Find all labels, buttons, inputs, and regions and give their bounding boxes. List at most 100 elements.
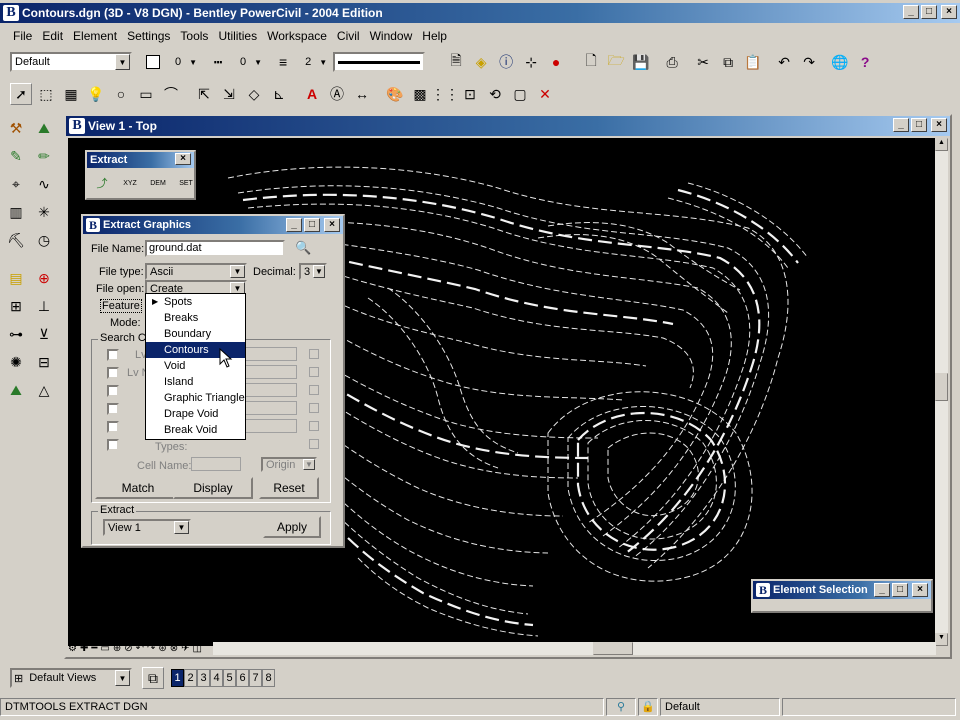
grid-icon[interactable]: ⋮⋮ <box>431 83 459 105</box>
line-weight-icon[interactable]: ≡ <box>272 51 294 73</box>
criteria-button-1[interactable] <box>309 349 319 359</box>
view-close-button[interactable]: × <box>931 118 947 132</box>
status-snap-indicator[interactable]: ⚲ <box>606 698 636 716</box>
fence-icon[interactable]: ⬚ <box>35 83 57 105</box>
scroll-thumb[interactable] <box>935 373 948 401</box>
rectangle-icon[interactable]: ▭ <box>135 83 157 105</box>
circle-icon[interactable]: ○ <box>110 83 132 105</box>
extract-xyz-icon[interactable]: XYZ <box>119 172 141 194</box>
select-arrow-icon[interactable]: ➚ <box>10 83 32 105</box>
criteria-button-5[interactable] <box>309 421 319 431</box>
info-icon[interactable]: ⓘ <box>495 51 517 73</box>
view-button-1[interactable]: 1 <box>171 669 184 687</box>
view-minimize-button[interactable]: _ <box>893 118 909 132</box>
pencil-tool-icon[interactable]: ✏ <box>31 143 57 169</box>
points-tool-icon[interactable]: ✳ <box>31 199 57 225</box>
arc-icon[interactable]: ⌒ <box>160 83 182 105</box>
text-icon[interactable]: A <box>301 83 323 105</box>
view-controls-icon[interactable]: ⚙✚━▭⊕⊘↶↷⊛⊗✈◫ <box>68 643 205 654</box>
snap-icon[interactable]: ⊹ <box>520 51 542 73</box>
feature-option-drape-void[interactable]: Drape Void <box>146 406 245 422</box>
new-file-icon[interactable]: 🗋 <box>580 51 602 73</box>
extract-tool-icon[interactable]: ⤴ <box>91 172 113 194</box>
extract-palette-close-button[interactable]: × <box>175 153 191 165</box>
feature-option-breaks[interactable]: Breaks <box>146 310 245 326</box>
menu-tools[interactable]: Tools <box>175 29 213 43</box>
search-checkbox-1[interactable] <box>107 349 119 361</box>
element-selection-close-button[interactable]: × <box>912 583 928 597</box>
maximize-button[interactable]: □ <box>921 5 937 19</box>
feature-option-graphic-triangle[interactable]: Graphic Triangle <box>146 390 245 406</box>
menu-edit[interactable]: Edit <box>37 29 68 43</box>
cut-icon[interactable]: ✂ <box>692 51 714 73</box>
terrain-tool-icon[interactable]: ⛰ <box>31 115 57 141</box>
save-icon[interactable]: 💾 <box>630 51 652 73</box>
rotate-icon[interactable]: ⟲ <box>484 83 506 105</box>
window-icon[interactable]: ▢ <box>509 83 531 105</box>
criteria-field-4[interactable] <box>243 401 297 415</box>
search-checkbox-6[interactable] <box>107 439 119 451</box>
delete-icon[interactable]: ✕ <box>534 83 556 105</box>
copy-element-icon[interactable]: ⇲ <box>218 83 240 105</box>
search-checkbox-2[interactable] <box>107 367 119 379</box>
feature-option-boundary[interactable]: Boundary <box>146 326 245 342</box>
origin-select[interactable]: Origin ▼ <box>261 457 317 472</box>
dialog-maximize-button[interactable]: □ <box>304 218 320 232</box>
search-icon[interactable]: 🔍 <box>295 240 311 256</box>
menu-element[interactable]: Element <box>68 29 122 43</box>
apply-button[interactable]: Apply <box>263 516 321 538</box>
dimension-icon[interactable]: ↔ <box>351 83 373 105</box>
element-selection-minimize-button[interactable]: _ <box>874 583 890 597</box>
cross-section-tool-icon[interactable]: ⊟ <box>31 349 57 375</box>
criteria-button-4[interactable] <box>309 403 319 413</box>
display-button[interactable]: Display <box>173 477 253 499</box>
menu-file[interactable]: File <box>8 29 37 43</box>
extract-set-icon[interactable]: SET <box>175 172 197 194</box>
search-checkbox-4[interactable] <box>107 403 119 415</box>
chevron-down-icon[interactable]: ▼ <box>254 58 262 67</box>
alignment-tool-icon[interactable]: ∿ <box>31 171 57 197</box>
paste-icon[interactable]: 📋 <box>742 51 764 73</box>
file-type-select[interactable]: Ascii ▼ <box>145 263 247 280</box>
criteria-field-1[interactable] <box>243 347 297 361</box>
feature-option-spots[interactable]: ▶ Spots <box>146 294 245 310</box>
view-button-4[interactable]: 4 <box>210 669 223 687</box>
extract-view-select[interactable]: View 1 ▼ <box>103 519 191 536</box>
extract-dem-icon[interactable]: DEM <box>147 172 169 194</box>
text-edit-icon[interactable]: Ⓐ <box>326 83 348 105</box>
scale-icon[interactable]: ⊡ <box>459 83 481 105</box>
feature-option-island[interactable]: Island <box>146 374 245 390</box>
modify-icon[interactable]: ◇ <box>243 83 265 105</box>
building-tool-icon[interactable]: ▥ <box>3 199 29 225</box>
menu-utilities[interactable]: Utilities <box>213 29 262 43</box>
view-groups-combo[interactable]: ⊞ Default Views ▼ <box>10 668 132 688</box>
cell-name-input[interactable] <box>191 457 241 471</box>
criteria-field-3[interactable] <box>243 383 297 397</box>
menu-workspace[interactable]: Workspace <box>262 29 332 43</box>
lock-icon[interactable]: 🔒 <box>638 698 658 716</box>
chevron-down-icon[interactable]: ▼ <box>319 58 327 67</box>
minimize-button[interactable]: _ <box>903 5 919 19</box>
measure-icon[interactable]: ⊾ <box>268 83 290 105</box>
view-button-6[interactable]: 6 <box>236 669 249 687</box>
view-vertical-scrollbar[interactable]: ▲ ▼ <box>935 138 948 646</box>
undo-icon[interactable]: ↶ <box>773 51 795 73</box>
copy-icon[interactable]: ⧉ <box>717 51 739 73</box>
civil-tool-icon[interactable]: ⚒ <box>3 115 29 141</box>
triangle-tool-icon[interactable]: △ <box>31 377 57 403</box>
dialog-close-button[interactable]: × <box>324 218 340 232</box>
globe-icon[interactable]: 🌐 <box>829 51 851 73</box>
menu-civil[interactable]: Civil <box>332 29 365 43</box>
palette-icon[interactable]: 🎨 <box>384 83 406 105</box>
file-name-input[interactable]: ground.dat <box>145 240 285 257</box>
criteria-button-6[interactable] <box>309 439 319 449</box>
criteria-field-5[interactable] <box>243 419 297 433</box>
clock-tool-icon[interactable]: ◷ <box>31 227 57 253</box>
view-horizontal-scrollbar[interactable] <box>212 641 936 655</box>
match-button[interactable]: Match <box>95 477 181 499</box>
level-combo[interactable]: Default ▼ <box>10 52 132 72</box>
view-button-3[interactable]: 3 <box>197 669 210 687</box>
hills-tool-icon[interactable]: ⛰ <box>3 377 29 403</box>
chart-tool-icon[interactable]: ⊻ <box>31 321 57 347</box>
reset-button[interactable]: Reset <box>259 477 319 499</box>
